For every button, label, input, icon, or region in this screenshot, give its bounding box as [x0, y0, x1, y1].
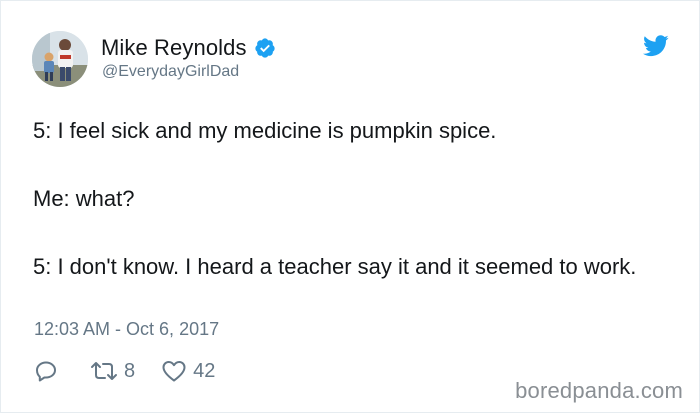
retweet-button[interactable]: 8 — [90, 360, 135, 383]
heart-icon — [161, 359, 187, 383]
tweet-line-2: Me: what? — [33, 186, 135, 211]
like-count: 42 — [193, 359, 216, 382]
tweet-line-1: 5: I feel sick and my medicine is pumpki… — [33, 118, 497, 143]
retweet-icon — [90, 360, 118, 382]
watermark: boredpanda.com — [515, 378, 683, 403]
author-display-name[interactable]: Mike Reynolds — [101, 35, 247, 61]
avatar[interactable] — [32, 31, 88, 87]
reply-button[interactable] — [34, 359, 58, 383]
author-handle[interactable]: @EverydayGirlDad — [102, 63, 239, 81]
author-row: Mike Reynolds — [101, 34, 276, 62]
like-button[interactable]: 42 — [161, 359, 215, 383]
reply-icon — [34, 359, 58, 383]
retweet-count: 8 — [124, 359, 136, 382]
tweet-timestamp[interactable]: 12:03 AM - Oct 6, 2017 — [34, 319, 219, 340]
tweet-card: Mike Reynolds @EverydayGirlDad 5: I feel… — [0, 0, 700, 413]
tweet-line-3: 5: I don't know. I heard a teacher say i… — [33, 254, 637, 279]
twitter-bird-icon[interactable] — [643, 35, 669, 57]
verified-badge-icon — [254, 37, 276, 59]
tweet-text: 5: I feel sick and my medicine is pumpki… — [33, 114, 673, 284]
tweet-actions: 8 42 — [34, 357, 215, 385]
